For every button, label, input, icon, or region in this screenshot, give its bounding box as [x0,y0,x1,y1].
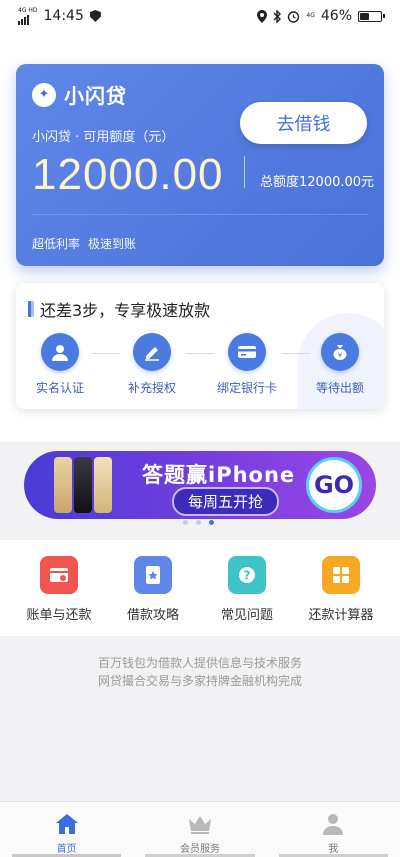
service-label: 还款计算器 [308,608,374,623]
home-icon [0,812,133,836]
card-icon [228,333,266,371]
shield-icon [89,10,101,22]
tab-membership[interactable]: 会员服务 [133,802,266,857]
total-credit-label: 总额度12000.00元 [260,175,375,190]
service-calculator[interactable]: 还款计算器 [291,556,391,623]
feature-fast-arrival: 极速到账 [88,237,137,251]
card-divider [32,214,368,215]
available-amount: 12000.00 [32,150,224,199]
crown-icon [133,812,266,836]
carousel-dot[interactable] [196,520,201,525]
brand-logo-icon: ✦ [32,82,56,107]
bluetooth-icon [273,9,282,23]
iphone-image [54,457,112,513]
step-label: 等待出额 [315,381,364,395]
battery-icon [358,10,385,22]
service-bill-repayment[interactable]: 账单与还款 [9,556,109,623]
disclaimer-line-1: 百万钱包为借款人提供信息与技术服务 [97,656,302,670]
service-label: 账单与还款 [26,608,92,623]
feature-low-rate: 超低利率 [32,237,81,251]
steps-card[interactable]: 还差3步，专享极速放款 实名认证 补充授权 绑定银行卡 ¥ 等待出额 [16,283,384,409]
service-label: 常见问题 [220,608,273,623]
status-right: 4G 46% [257,8,385,24]
steps-title: 还差3步，专享极速放款 [28,297,210,321]
question-icon: ? [228,556,266,594]
guide-icon [134,556,172,594]
amount-divider [244,156,245,188]
step-bind-card[interactable]: 绑定银行卡 [207,333,287,396]
alarm-icon [288,10,300,23]
step-label: 绑定银行卡 [216,381,277,395]
tab-me[interactable]: 我 [267,802,400,857]
battery-percent: 46% [320,8,352,24]
features: 超低利率 极速到账 [32,235,136,252]
step-label: 补充授权 [127,381,176,395]
carousel-dot-active[interactable] [209,520,214,525]
money-bag-icon: ¥ [321,333,359,371]
available-credit-label: 小闪贷 · 可用额度（元） [32,130,175,145]
network-right: 4G [306,12,315,19]
banner-subtitle: 每周五开抢 [172,487,280,516]
step-authorization[interactable]: 补充授权 [112,333,192,396]
bill-icon [40,556,78,594]
loan-card[interactable]: ✦ 小闪贷 去借钱 小闪贷 · 可用额度（元） 12000.00 总额度1200… [16,64,384,266]
svg-text:?: ? [244,569,251,583]
bottom-tab-bar: 首页 会员服务 我 [0,801,400,857]
carousel-dot[interactable] [183,520,188,525]
borrow-button[interactable]: 去借钱 [240,102,367,144]
service-loan-guide[interactable]: 借款攻略 [103,556,203,623]
calculator-icon [322,556,360,594]
step-real-name[interactable]: 实名认证 [20,333,100,396]
signal-icon: 4G HD [18,7,38,25]
tab-label: 首页 [56,844,77,855]
tab-label: 会员服务 [179,844,220,855]
disclaimer: 百万钱包为借款人提供信息与技术服务 网贷撮合交易与多家持牌金融机构完成 [0,654,400,690]
step-label: 实名认证 [35,381,84,395]
services-grid: 账单与还款 借款攻略 ? 常见问题 还款计算器 [0,540,400,636]
banner-go-button[interactable]: GO [306,457,362,513]
disclaimer-line-2: 网贷撮合交易与多家持牌金融机构完成 [97,674,302,688]
step-wait-credit[interactable]: ¥ 等待出额 [300,333,380,396]
status-left: 4G HD 14:45 [18,7,101,25]
tab-label: 我 [328,844,339,855]
carousel-indicator [183,520,214,525]
service-label: 借款攻略 [126,608,179,623]
steps-title-text: 还差3步，专享极速放款 [40,301,211,320]
banner-title: 答题赢iPhone [142,463,296,487]
tab-home[interactable]: 首页 [0,802,133,857]
status-time: 14:45 [43,8,84,24]
promo-banner[interactable]: 答题赢iPhone 每周五开抢 GO [24,451,376,519]
pen-icon [133,333,171,371]
svg-text:¥: ¥ [338,352,343,360]
status-bar: 4G HD 14:45 4G 46% [0,0,400,32]
brand: ✦ 小闪贷 [32,80,127,109]
profile-icon [267,812,400,836]
location-icon [257,9,268,23]
title-bar-icon [28,301,34,317]
service-faq[interactable]: ? 常见问题 [197,556,297,623]
brand-name: 小闪贷 [64,84,127,108]
user-icon [41,333,79,371]
